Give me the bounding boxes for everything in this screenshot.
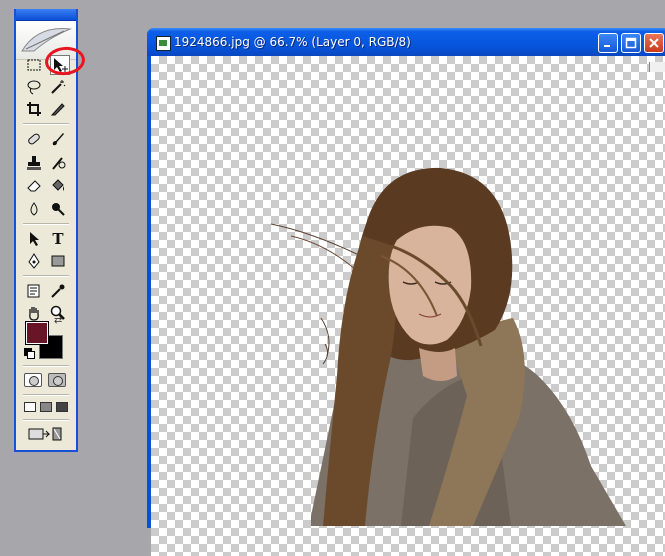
paint-bucket-tool[interactable] (48, 175, 68, 195)
scrollbar-stub[interactable] (649, 62, 665, 72)
healing-brush-tool[interactable] (24, 129, 44, 149)
hand-tool[interactable] (24, 303, 44, 323)
marquee-tool[interactable] (24, 55, 44, 75)
path-selection-tool[interactable] (24, 229, 44, 249)
palette-divider (23, 365, 69, 367)
tools-palette-titlebar[interactable] (16, 9, 76, 21)
swap-colors-icon[interactable]: ⇄ (54, 315, 62, 326)
pen-tool[interactable] (24, 251, 44, 271)
full-screen-mode-button[interactable] (56, 402, 68, 412)
document-title: 1924866.jpg @ 66.7% (Layer 0, RGB/8) (174, 35, 411, 49)
history-brush-tool[interactable] (48, 153, 68, 173)
maximize-button[interactable] (621, 33, 641, 53)
palette-divider (23, 275, 69, 277)
photoshop-document-icon[interactable] (156, 36, 171, 51)
quick-mask-mode-button[interactable] (48, 373, 66, 387)
foreground-color-swatch[interactable] (25, 321, 49, 345)
slice-tool[interactable] (48, 99, 68, 119)
full-screen-menu-mode-button[interactable] (40, 402, 52, 412)
magic-wand-tool[interactable] (48, 77, 68, 97)
palette-divider (23, 123, 69, 125)
minimize-button[interactable] (598, 33, 618, 53)
blur-tool[interactable] (24, 199, 44, 219)
type-tool[interactable]: T (48, 229, 68, 249)
document-window: 1924866.jpg @ 66.7% (Layer 0, RGB/8) (147, 28, 665, 556)
standard-screen-mode-button[interactable] (24, 402, 36, 412)
eyedropper-tool[interactable] (48, 281, 68, 301)
lasso-tool[interactable] (24, 77, 44, 97)
image-canvas[interactable] (151, 56, 665, 556)
clone-stamp-tool[interactable] (24, 153, 44, 173)
eraser-tool[interactable] (24, 175, 44, 195)
dodge-tool[interactable] (48, 199, 68, 219)
default-colors-icon[interactable] (24, 348, 35, 359)
jump-to-imageready-button[interactable] (26, 424, 66, 444)
palette-divider (23, 419, 69, 421)
close-button[interactable] (644, 33, 664, 53)
tools-palette: T ⇄ (14, 9, 78, 452)
notes-tool[interactable] (24, 281, 44, 301)
brush-tool[interactable] (48, 129, 68, 149)
woman-portrait-image (270, 167, 626, 526)
standard-mode-button[interactable] (24, 373, 42, 387)
rectangle-shape-tool[interactable] (48, 251, 68, 271)
palette-divider (23, 394, 69, 396)
palette-divider (23, 223, 69, 225)
crop-tool[interactable] (24, 99, 44, 119)
document-titlebar[interactable]: 1924866.jpg @ 66.7% (Layer 0, RGB/8) (147, 28, 665, 56)
